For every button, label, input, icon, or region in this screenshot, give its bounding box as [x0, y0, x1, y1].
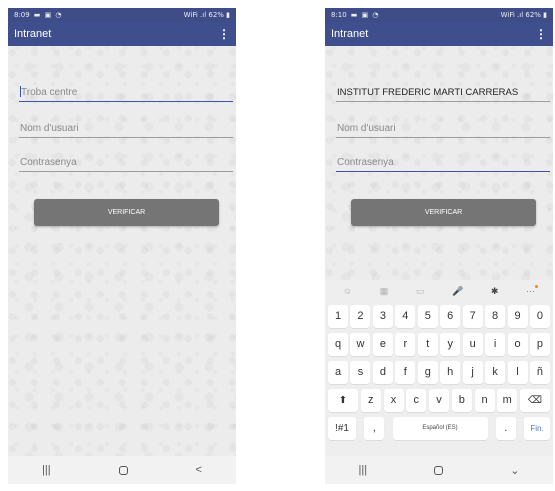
username-placeholder: Nom d'usuari	[337, 123, 396, 134]
emoji-icon[interactable]: ☺	[343, 286, 352, 296]
centre-search-value: INSTITUT FREDERIC MARTI CARRERAS	[337, 87, 519, 98]
key[interactable]: p	[529, 332, 550, 356]
key[interactable]: e	[372, 332, 393, 356]
keyboard-row-numbers: 1 2 3 4 5 6 7 8 9 0	[325, 302, 553, 330]
key[interactable]: x	[383, 388, 404, 412]
verify-button[interactable]: VERIFICAR	[34, 199, 219, 226]
key[interactable]: v	[429, 388, 449, 412]
password-placeholder: Contrasenya	[337, 157, 394, 168]
signal-battery-status: WiFi .ıl 62% ▮	[183, 11, 230, 19]
key[interactable]: n	[474, 388, 495, 412]
key[interactable]: u	[462, 332, 483, 356]
key[interactable]: j	[462, 360, 483, 384]
keyboard-row-bottom: !#1 , Español (ES) . Fin.	[325, 414, 553, 442]
app-bar: Intranet ⋮	[325, 22, 553, 46]
notification-icons: ▬ ▣ ◔	[33, 11, 63, 19]
login-form: Troba centre Nom d'usuari Contrasenya VE…	[8, 46, 236, 484]
notification-icons: ▬ ▣ ◔	[350, 11, 380, 19]
status-bar: 8:10 ▬ ▣ ◔ WiFi .ıl 62% ▮	[325, 8, 553, 22]
keyboard-row-q: q w e r t y u i o p	[325, 330, 553, 358]
phone-screen-right: 8:10 ▬ ▣ ◔ WiFi .ıl 62% ▮ Intranet ⋮ INS…	[325, 8, 553, 484]
key[interactable]: 3	[372, 304, 393, 328]
symbols-key[interactable]: !#1	[328, 416, 356, 440]
key[interactable]: a	[328, 360, 348, 384]
phone-screen-left: 8:09 ▬ ▣ ◔ WiFi .ıl 62% ▮ Intranet ⋮ Tro…	[8, 8, 236, 484]
key[interactable]: o	[507, 332, 528, 356]
centre-search-input[interactable]: INSTITUT FREDERIC MARTI CARRERAS	[336, 86, 550, 102]
back-icon[interactable]: <	[196, 464, 202, 476]
key[interactable]: q	[328, 332, 348, 356]
key[interactable]: t	[417, 332, 438, 356]
clipboard-icon[interactable]: ▭	[416, 286, 425, 297]
key[interactable]: g	[417, 360, 438, 384]
collapse-keyboard-icon[interactable]: ⌄	[510, 464, 519, 477]
microphone-icon[interactable]: 🎤	[452, 286, 463, 297]
key[interactable]: 2	[350, 304, 371, 328]
keyboard-toolbar: ☺ ▦ ▭ 🎤 ✱ ···	[325, 280, 553, 302]
username-input[interactable]: Nom d'usuari	[19, 122, 233, 138]
key[interactable]: b	[451, 388, 472, 412]
key[interactable]: f	[395, 360, 416, 384]
keyboard-row-a: a s d f g h j k l ñ	[325, 358, 553, 386]
status-bar: 8:09 ▬ ▣ ◔ WiFi .ıl 62% ▮	[8, 8, 236, 22]
key[interactable]: 5	[417, 304, 438, 328]
keyboard-row-z: ⬆ z x c v b n m ⌫	[325, 386, 553, 414]
password-input[interactable]: Contrasenya	[19, 156, 233, 172]
sticker-icon[interactable]: ▦	[380, 286, 389, 297]
status-time: 8:09	[14, 11, 30, 19]
home-icon[interactable]	[434, 465, 444, 475]
key[interactable]: 4	[395, 304, 416, 328]
centre-search-placeholder: Troba centre	[21, 87, 78, 98]
system-nav-bar: ||| <	[8, 456, 236, 484]
home-icon[interactable]	[118, 465, 128, 475]
password-input[interactable]: Contrasenya	[336, 156, 550, 172]
comma-key[interactable]: ,	[364, 416, 385, 440]
key[interactable]: r	[395, 332, 416, 356]
key[interactable]: ñ	[529, 360, 550, 384]
centre-search-input[interactable]: Troba centre	[19, 86, 233, 102]
shift-key[interactable]: ⬆	[328, 388, 358, 412]
recents-icon[interactable]: |||	[42, 464, 51, 476]
key[interactable]: l	[507, 360, 528, 384]
done-key[interactable]: Fin.	[524, 416, 550, 440]
key[interactable]: k	[485, 360, 506, 384]
username-input[interactable]: Nom d'usuari	[336, 122, 550, 138]
password-placeholder: Contrasenya	[20, 157, 77, 168]
app-title: Intranet	[331, 28, 369, 40]
key[interactable]: i	[485, 332, 506, 356]
key[interactable]: 7	[462, 304, 483, 328]
key[interactable]: m	[497, 388, 518, 412]
period-key[interactable]: .	[495, 416, 516, 440]
key[interactable]: z	[360, 388, 381, 412]
system-nav-bar: ||| ⌄	[325, 456, 553, 484]
key[interactable]: h	[440, 360, 461, 384]
app-title: Intranet	[14, 28, 52, 40]
gear-icon[interactable]: ✱	[491, 286, 499, 297]
key[interactable]: s	[350, 360, 371, 384]
app-bar: Intranet ⋮	[8, 22, 236, 46]
recents-icon[interactable]: |||	[359, 464, 368, 476]
overflow-menu-icon[interactable]: ⋮	[218, 28, 230, 40]
key[interactable]: 0	[529, 304, 550, 328]
backspace-key[interactable]: ⌫	[520, 388, 550, 412]
key[interactable]: 8	[485, 304, 506, 328]
signal-battery-status: WiFi .ıl 62% ▮	[500, 11, 547, 19]
username-placeholder: Nom d'usuari	[20, 123, 79, 134]
status-time: 8:10	[331, 11, 347, 19]
key[interactable]: d	[372, 360, 393, 384]
key[interactable]: 9	[507, 304, 528, 328]
more-icon[interactable]: ···	[526, 285, 539, 296]
overflow-menu-icon[interactable]: ⋮	[535, 28, 547, 40]
key[interactable]: 1	[328, 304, 348, 328]
verify-button[interactable]: VERIFICAR	[351, 199, 536, 226]
key[interactable]: w	[350, 332, 371, 356]
space-key[interactable]: Español (ES)	[392, 416, 488, 440]
on-screen-keyboard: ☺ ▦ ▭ 🎤 ✱ ··· 1 2 3 4 5 6 7 8 9 0 q w e …	[325, 280, 553, 456]
key[interactable]: y	[440, 332, 461, 356]
key[interactable]: c	[406, 388, 427, 412]
key[interactable]: 6	[440, 304, 461, 328]
